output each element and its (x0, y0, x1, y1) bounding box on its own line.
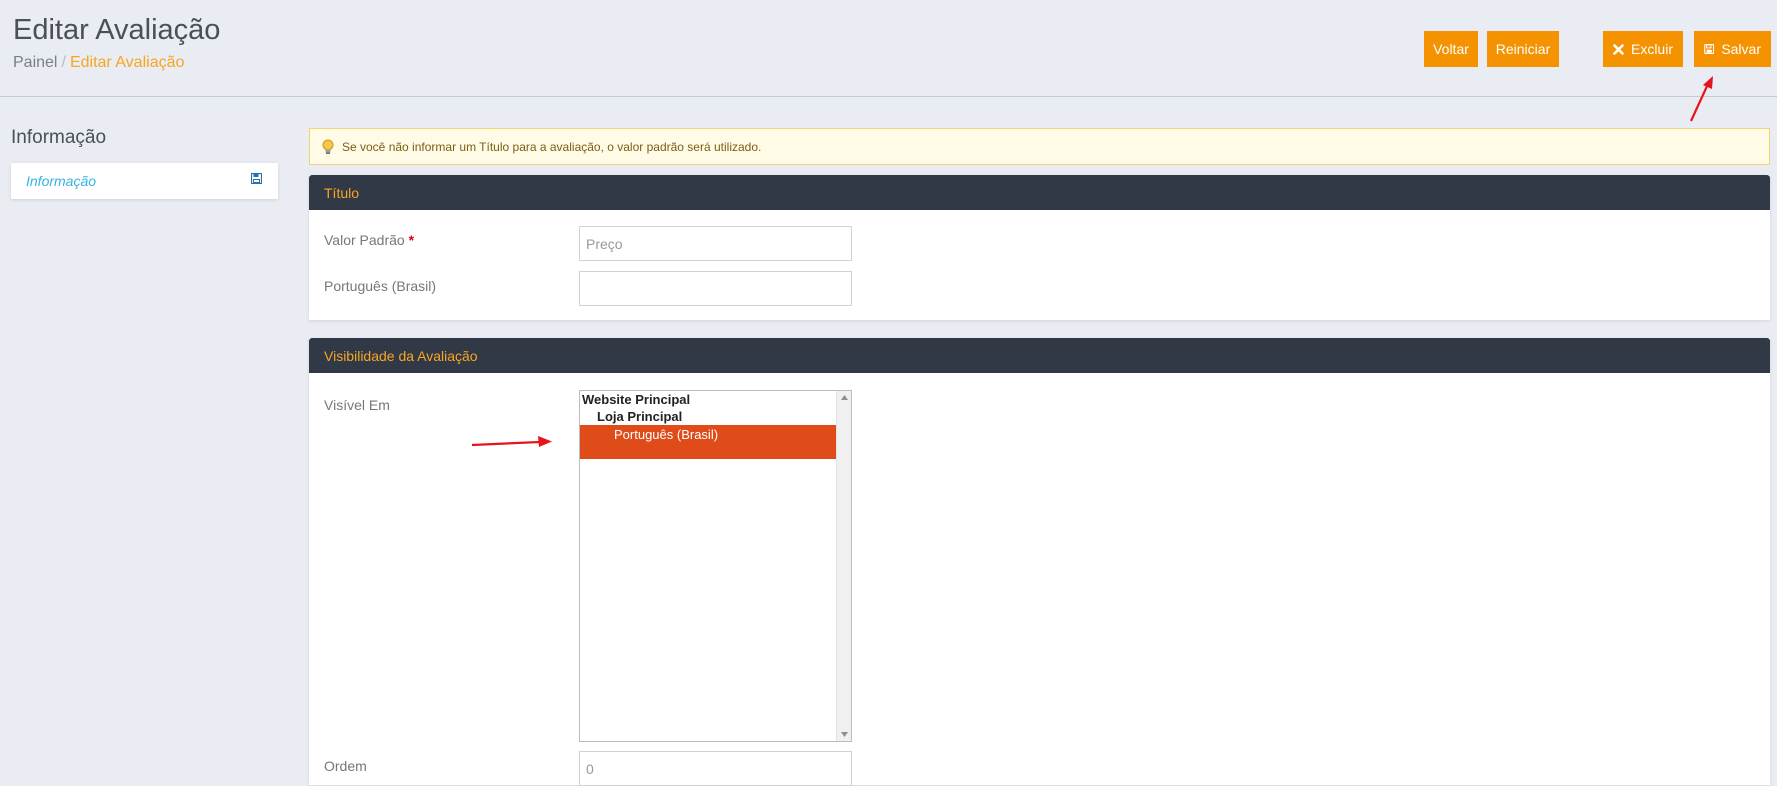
save-button-label: Salvar (1721, 41, 1761, 57)
lightbulb-icon (322, 139, 334, 154)
store-view-multiselect[interactable]: Website Principal Loja Principal Portugu… (579, 390, 852, 742)
breadcrumb: Painel / Editar Avaliação (13, 54, 184, 72)
visibility-panel: Visibilidade da Avaliação Visível Em Web… (309, 338, 1770, 786)
default-value-label-text: Valor Padrão (324, 232, 405, 248)
scroll-up-icon[interactable] (841, 395, 848, 400)
visibility-panel-heading: Visibilidade da Avaliação (309, 338, 1770, 373)
save-icon (251, 173, 262, 184)
breadcrumb-separator: / (61, 54, 66, 71)
page-header: Editar Avaliação Painel / Editar Avaliação… (0, 0, 1777, 97)
reset-button[interactable]: Reiniciar (1487, 31, 1559, 67)
website-group: Website Principal (582, 392, 691, 407)
sidebar-title: Informação (11, 127, 107, 148)
reset-button-label: Reiniciar (1495, 41, 1551, 57)
store-view-option-selected[interactable]: Português (Brasil) (580, 425, 836, 459)
order-input[interactable] (579, 751, 852, 786)
delete-button[interactable]: Excluir (1603, 31, 1683, 67)
visible-in-label: Visível Em (324, 397, 390, 413)
info-alert: Se você não informar um Título para a av… (309, 128, 1770, 165)
sidebar-item-information[interactable]: Informação (11, 163, 278, 199)
save-button[interactable]: Salvar (1694, 31, 1771, 67)
default-value-label: Valor Padrão * (324, 232, 414, 248)
pt-br-label: Português (Brasil) (324, 278, 437, 294)
sidebar-nav: Informação (11, 163, 278, 199)
title-panel: Título Valor Padrão * Português (Brasil) (309, 175, 1770, 320)
breadcrumb-root[interactable]: Painel (13, 54, 57, 71)
sidebar-item-label: Informação (26, 173, 97, 189)
order-label: Ordem (324, 758, 367, 774)
page-title: Editar Avaliação (13, 14, 221, 46)
close-icon (1613, 43, 1624, 55)
back-button[interactable]: Voltar (1424, 31, 1478, 67)
alert-text: Se você não informar um Título para a av… (342, 139, 762, 154)
breadcrumb-current: Editar Avaliação (69, 54, 185, 71)
save-icon (1704, 44, 1715, 54)
store-group: Loja Principal (597, 409, 683, 424)
required-mark: * (408, 232, 415, 248)
delete-button-label: Excluir (1630, 41, 1673, 57)
default-value-input[interactable] (579, 226, 852, 261)
scroll-down-icon[interactable] (841, 732, 848, 737)
title-panel-heading: Título (309, 175, 1770, 210)
pt-br-title-input[interactable] (579, 271, 852, 306)
back-button-label: Voltar (1433, 41, 1469, 57)
multiselect-scrollbar[interactable] (836, 391, 851, 741)
